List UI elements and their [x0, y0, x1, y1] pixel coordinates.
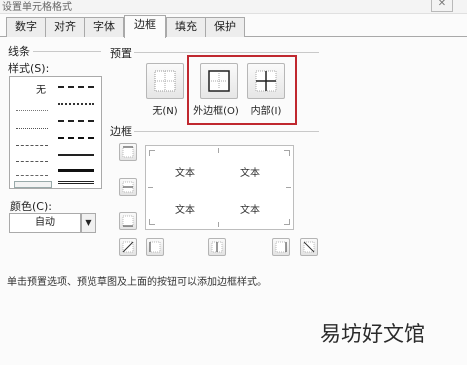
corner-tick [149, 150, 150, 156]
border-inside-horizontal-button[interactable] [119, 178, 137, 196]
line-style-list[interactable]: 无 [9, 76, 102, 189]
border-left-icon [149, 241, 161, 253]
diagonal-down-icon [303, 241, 315, 253]
line-style-thick[interactable] [58, 169, 94, 172]
mid-tick [218, 222, 219, 227]
border-right-button[interactable] [272, 238, 290, 256]
dropdown-arrow-icon: ▼ [85, 218, 92, 227]
window-title: 设置单元格格式 [2, 2, 72, 13]
preview-text: 文本 [240, 205, 260, 216]
close-icon: ✕ [437, 0, 447, 9]
preset-none-label: 无(N) [152, 106, 178, 117]
line-group-label: 线条 [8, 45, 30, 58]
line-group-divider [33, 51, 101, 52]
color-select[interactable]: 自动 [9, 213, 81, 233]
highlight-box [187, 55, 297, 125]
tab-border[interactable]: 边框 [124, 15, 166, 38]
line-style-hair[interactable] [16, 110, 48, 111]
presets-label: 预置 [110, 47, 132, 60]
border-right-icon [275, 241, 287, 253]
watermark-text: 易坊好文馆 [320, 322, 425, 346]
line-style-none[interactable]: 无 [36, 81, 46, 96]
tab-fill[interactable]: 填充 [166, 17, 206, 37]
corner-tick [149, 219, 150, 225]
line-style-dashed[interactable] [16, 175, 48, 176]
diagonal-up-icon [122, 241, 134, 253]
mid-tick [218, 148, 219, 153]
border-diagonal-down-button[interactable] [300, 238, 318, 256]
border-bottom-button[interactable] [119, 212, 137, 230]
border-bottom-icon [122, 215, 134, 227]
tab-protection[interactable]: 保护 [205, 17, 245, 37]
tab-font[interactable]: 字体 [84, 17, 124, 37]
line-style-medium[interactable] [58, 154, 94, 156]
border-inside-vertical-button[interactable] [208, 238, 226, 256]
line-style-thin-selected[interactable] [14, 181, 52, 188]
corner-tick [289, 150, 290, 156]
line-style-double[interactable] [58, 181, 94, 184]
preset-none-button[interactable] [146, 63, 184, 99]
border-diagonal-up-button[interactable] [119, 238, 137, 256]
border-inside-horizontal-icon [122, 181, 134, 193]
border-divider [134, 131, 319, 132]
tab-alignment[interactable]: 对齐 [45, 17, 85, 37]
mid-tick [286, 187, 291, 188]
hint-text: 单击预置选项、预览草图及上面的按钮可以添加边框样式。 [7, 277, 267, 288]
color-dropdown-button[interactable]: ▼ [81, 213, 96, 233]
close-button[interactable]: ✕ [431, 0, 453, 12]
border-top-button[interactable] [119, 143, 137, 161]
line-style-dash-dot[interactable] [16, 161, 48, 162]
preview-text: 文本 [175, 168, 195, 179]
mid-tick [148, 187, 153, 188]
tab-number[interactable]: 数字 [6, 17, 46, 37]
line-style-medium-dashed[interactable] [58, 137, 94, 139]
border-top-icon [122, 146, 134, 158]
presets-divider [134, 52, 319, 53]
border-inside-vertical-icon [211, 241, 223, 253]
line-style-dotted[interactable] [16, 128, 48, 129]
line-style-dash-dot-dot[interactable] [16, 145, 48, 146]
style-label: 样式(S): [8, 62, 50, 75]
preview-text: 文本 [240, 168, 260, 179]
line-style-slant-dash-dot[interactable] [58, 103, 94, 105]
preset-none-icon [154, 70, 176, 92]
border-preview[interactable]: 文本 文本 文本 文本 [145, 145, 294, 230]
color-label: 颜色(C): [10, 200, 52, 213]
line-style-medium-dash-dot[interactable] [58, 120, 94, 122]
corner-tick [289, 219, 290, 225]
border-label: 边框 [110, 125, 132, 138]
border-left-button[interactable] [146, 238, 164, 256]
preview-text: 文本 [175, 205, 195, 216]
line-style-medium-dash-dot-dot[interactable] [58, 86, 94, 88]
